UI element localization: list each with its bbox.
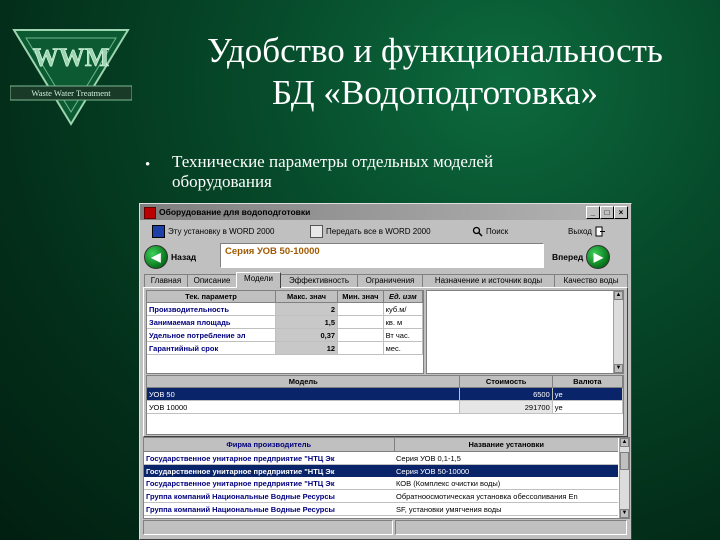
back-button[interactable]: ◀ Назад <box>144 243 196 270</box>
table-row[interactable]: Группа компаний Национальные Водные Ресу… <box>144 489 618 503</box>
bullet-line2: оборудования <box>172 172 272 191</box>
maximize-button[interactable]: □ <box>600 206 614 219</box>
bullet-text: Технические параметры отдельных моделей … <box>172 152 592 192</box>
table-row[interactable]: Производительность 2 куб.м/ <box>147 302 423 316</box>
series-field[interactable]: Серия УОВ 50-10000 <box>220 243 544 268</box>
back-arrow-icon: ◀ <box>144 244 168 269</box>
models-grid[interactable]: Модель Стоимость Валюта УОВ 50 6500 ye У… <box>146 375 624 435</box>
model-header[interactable]: Модель <box>147 376 461 388</box>
table-row[interactable]: Государственное унитарное предприятие "Н… <box>144 464 618 477</box>
vendors-scrollbar[interactable]: ▲ ▼ <box>619 438 629 518</box>
window-title: Оборудование для водоподготовки <box>159 207 311 217</box>
forward-button[interactable]: Вперед ▶ <box>552 243 611 270</box>
scroll-up-icon[interactable]: ▲ <box>614 291 623 300</box>
models-panel: Тек. параметр Макс. знач Мин. знач Ед. и… <box>143 287 628 437</box>
firm-header[interactable]: Фирма производитель <box>144 438 395 452</box>
bullet-line1: Технические параметры отдельных моделей <box>172 152 494 171</box>
table-row[interactable]: Удельное потребление эл 0,37 Вт час. <box>147 328 423 342</box>
forward-label: Вперед <box>552 251 584 262</box>
app-icon <box>144 207 156 219</box>
send-all-button[interactable]: Передать все в WORD 2000 <box>310 224 431 238</box>
close-button[interactable]: × <box>614 206 628 219</box>
table-row[interactable]: Государственное унитарное предприятие "Н… <box>144 451 618 465</box>
param-header[interactable]: Тек. параметр <box>147 291 276 303</box>
table-row[interactable]: УОВ 50 6500 ye <box>147 387 623 401</box>
tab-purpose-source[interactable]: Назначение и источник воды <box>422 274 555 287</box>
word-icon <box>152 224 165 238</box>
table-row[interactable]: Группа компаний Национальные Водные Ресу… <box>144 502 618 516</box>
exit-icon <box>595 226 606 237</box>
vendors-grid[interactable]: Фирма производитель Название установки Г… <box>143 437 630 519</box>
status-bar <box>143 520 628 535</box>
forward-arrow-icon: ▶ <box>586 244 611 269</box>
word-export-button[interactable]: Эту установку в WORD 2000 <box>152 224 275 238</box>
slide-title-line2: БД «Водоподготовка» <box>272 73 598 112</box>
search-icon <box>472 226 483 237</box>
min-header[interactable]: Мин. знач <box>337 291 384 303</box>
slide-title-line1: Удобство и функциональность <box>207 31 663 70</box>
unit-name-header[interactable]: Название установки <box>394 438 618 452</box>
notes-scrollbar[interactable]: ▲ ▼ <box>613 291 623 373</box>
svg-text:Waste Water Treatment: Waste Water Treatment <box>31 88 111 98</box>
scroll-up-icon[interactable]: ▲ <box>620 438 629 447</box>
max-header[interactable]: Макс. знач <box>275 291 339 303</box>
exit-label: Выход <box>568 226 592 236</box>
tab-description[interactable]: Описание <box>187 274 237 287</box>
send-all-label: Передать все в WORD 2000 <box>326 226 431 236</box>
app-window: Оборудование для водоподготовки _ □ × Эт… <box>139 203 632 540</box>
tab-strip: Главная Описание Модели Эффективность Ог… <box>144 272 628 288</box>
word-export-label: Эту установку в WORD 2000 <box>168 226 275 236</box>
table-row[interactable]: УОВ 10000 291700 ye <box>147 400 623 414</box>
slide-title: Удобство и функциональность БД «Водоподг… <box>150 30 720 114</box>
search-button[interactable]: Поиск <box>472 225 508 237</box>
tab-models[interactable]: Модели <box>236 272 281 288</box>
unit-header[interactable]: Ед. изм <box>383 291 423 303</box>
tab-main[interactable]: Главная <box>144 274 188 287</box>
tab-restrictions[interactable]: Ограничения <box>357 274 423 287</box>
scroll-thumb[interactable] <box>620 452 629 470</box>
parameters-grid[interactable]: Тек. параметр Макс. знач Мин. знач Ед. и… <box>146 290 424 374</box>
exit-button[interactable]: Выход <box>568 225 606 237</box>
document-icon <box>310 224 323 238</box>
toolbar: Эту установку в WORD 2000 Передать все в… <box>140 221 629 241</box>
notes-pane[interactable]: ▲ ▼ <box>426 290 624 374</box>
navigation-row: ◀ Назад Серия УОВ 50-10000 Вперед ▶ <box>142 242 627 271</box>
status-panel-right <box>395 520 627 535</box>
window-titlebar: Оборудование для водоподготовки _ □ × <box>140 204 629 220</box>
scroll-down-icon[interactable]: ▼ <box>614 364 623 373</box>
scroll-down-icon[interactable]: ▼ <box>620 509 629 518</box>
search-label: Поиск <box>486 226 509 236</box>
svg-text:WWM: WWM <box>33 43 110 72</box>
table-row[interactable]: Занимаемая площадь 1,5 кв. м <box>147 315 423 329</box>
bullet-icon: • <box>145 157 151 173</box>
minimize-button[interactable]: _ <box>586 206 600 219</box>
currency-header[interactable]: Валюта <box>552 376 623 388</box>
table-row[interactable]: Гарантийный срок 12 мес. <box>147 341 423 355</box>
status-panel-left <box>143 520 393 535</box>
tab-efficiency[interactable]: Эффективность <box>280 274 358 287</box>
logo: WWM Waste Water Treatment <box>9 26 133 126</box>
back-label: Назад <box>171 251 197 262</box>
table-row[interactable]: Государственное унитарное предприятие "Н… <box>144 477 618 490</box>
cost-header[interactable]: Стоимость <box>459 376 553 388</box>
tab-water-quality[interactable]: Качество воды <box>554 274 628 287</box>
